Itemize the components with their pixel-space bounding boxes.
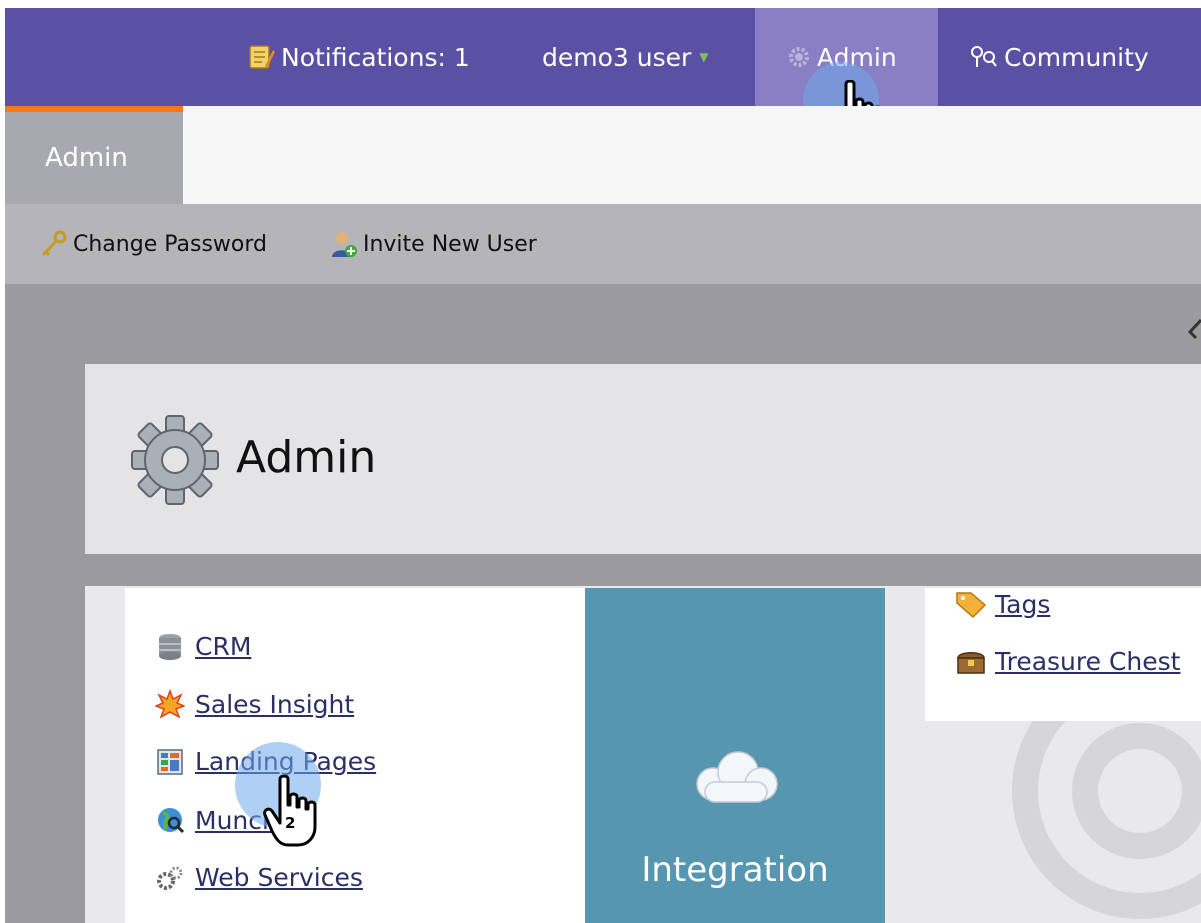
hand-cursor-icon (263, 775, 317, 847)
top-nav-bar: Notifications: 1 demo3 user ▼ Admin Comm… (5, 8, 1201, 106)
user-menu[interactable]: demo3 user ▼ (542, 8, 709, 106)
tab-bar: Admin (5, 106, 1201, 204)
invite-new-user-label: Invite New User (362, 231, 537, 257)
globe-icon (158, 808, 185, 834)
database-icon (159, 633, 181, 660)
flame-icon (155, 689, 185, 719)
add-user-icon (331, 232, 357, 257)
tab-admin-label: Admin (45, 143, 128, 173)
invite-new-user-button[interactable]: Invite New User (329, 229, 537, 259)
gears-icon (157, 866, 183, 890)
gear-icon (789, 47, 809, 67)
web-services-link[interactable]: Web Services (195, 863, 363, 892)
user-label: demo3 user (542, 42, 692, 72)
notifications-label: Notifications: 1 (281, 42, 470, 72)
notepad-icon (249, 45, 275, 69)
tags-link[interactable]: Tags (995, 590, 1050, 619)
community-link[interactable]: Community (968, 8, 1149, 106)
list-item[interactable]: Sales Insight (155, 689, 354, 719)
step-2-badge: 2 (285, 814, 296, 832)
community-keys-icon (971, 46, 997, 67)
tool-icon (1187, 318, 1201, 340)
crm-link[interactable]: CRM (195, 632, 251, 661)
key-icon (41, 230, 67, 257)
community-label: Community (1004, 42, 1149, 72)
chest-icon (957, 651, 985, 674)
landing-pages-icon (157, 748, 183, 775)
integration-label: Integration (641, 850, 829, 890)
tag-icon (956, 592, 987, 619)
change-password-label: Change Password (73, 231, 267, 257)
tab-admin[interactable]: Admin (5, 106, 183, 204)
list-item[interactable]: Web Services (155, 863, 363, 892)
cloud-icon (696, 751, 778, 803)
chevron-down-icon: ▼ (699, 50, 709, 64)
list-item[interactable]: Treasure Chest (955, 647, 1180, 676)
integration-tile[interactable]: Integration (585, 588, 885, 923)
page-title: Admin (236, 432, 377, 483)
admin-toolbar: Change Password Invite New User (5, 204, 1201, 284)
list-item[interactable]: CRM (155, 632, 251, 661)
gear-icon (131, 415, 219, 505)
change-password-button[interactable]: Change Password (39, 229, 267, 259)
sales-insight-link[interactable]: Sales Insight (195, 690, 354, 719)
notifications-link[interactable]: Notifications: 1 (245, 8, 470, 106)
treasure-chest-link[interactable]: Treasure Chest (995, 647, 1180, 676)
list-item[interactable]: Tags (955, 589, 1050, 619)
